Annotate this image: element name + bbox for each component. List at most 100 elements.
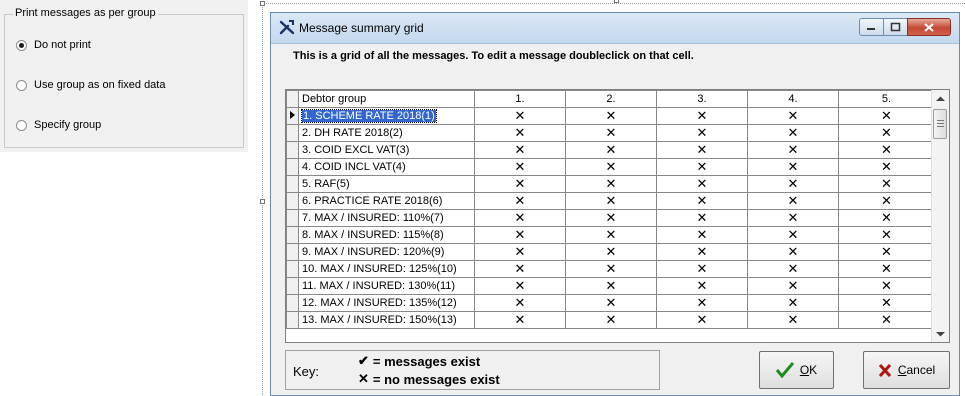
message-cell[interactable]: ✕ (474, 277, 566, 295)
row-indicator[interactable] (286, 226, 299, 244)
scroll-down-button[interactable] (932, 325, 949, 342)
message-cell[interactable]: ✕ (747, 226, 839, 244)
row-indicator[interactable] (286, 175, 299, 193)
message-cell[interactable]: ✕ (656, 175, 748, 193)
title-bar[interactable]: Message summary grid (271, 13, 959, 44)
row-indicator[interactable] (286, 124, 299, 142)
message-cell[interactable]: ✕ (656, 243, 748, 261)
debtor-group-cell[interactable]: 7. MAX / INSURED: 110%(7) (298, 209, 475, 227)
row-indicator[interactable] (286, 192, 299, 210)
radio-specify-group[interactable]: Specify group (16, 119, 101, 131)
message-cell[interactable]: ✕ (747, 209, 839, 227)
message-cell[interactable]: ✕ (747, 141, 839, 159)
message-cell[interactable]: ✕ (565, 260, 657, 278)
debtor-group-cell[interactable]: 10. MAX / INSURED: 125%(10) (298, 260, 475, 278)
message-cell[interactable]: ✕ (838, 260, 935, 278)
message-cell[interactable]: ✕ (565, 158, 657, 176)
debtor-group-cell[interactable]: 11. MAX / INSURED: 130%(11) (298, 277, 475, 295)
message-cell[interactable]: ✕ (565, 209, 657, 227)
row-indicator[interactable] (286, 107, 299, 125)
message-cell[interactable]: ✕ (747, 277, 839, 295)
scroll-up-button[interactable] (932, 90, 949, 107)
message-cell[interactable]: ✕ (838, 175, 935, 193)
message-grid[interactable]: Debtor group 1. 2. 3. 4. 5. 1. SCHEME RA… (285, 89, 950, 343)
debtor-group-cell[interactable]: 6. PRACTICE RATE 2018(6) (298, 192, 475, 210)
row-indicator[interactable] (286, 277, 299, 295)
row-indicator[interactable] (286, 141, 299, 159)
message-cell[interactable]: ✕ (747, 243, 839, 261)
debtor-group-cell[interactable]: 9. MAX / INSURED: 120%(9) (298, 243, 475, 261)
cancel-button[interactable]: Cancel (863, 351, 950, 389)
message-cell[interactable]: ✕ (565, 226, 657, 244)
resize-handle[interactable] (260, 1, 265, 6)
message-cell[interactable]: ✕ (838, 277, 935, 295)
vertical-scrollbar[interactable] (931, 90, 949, 342)
message-cell[interactable]: ✕ (656, 209, 748, 227)
row-indicator[interactable] (286, 294, 299, 312)
message-cell[interactable]: ✕ (565, 124, 657, 142)
message-cell[interactable]: ✕ (838, 107, 935, 125)
message-cell[interactable]: ✕ (838, 141, 935, 159)
column-header-1[interactable]: 1. (474, 90, 566, 108)
scroll-thumb[interactable] (933, 109, 947, 139)
message-cell[interactable]: ✕ (656, 311, 748, 329)
message-cell[interactable]: ✕ (474, 209, 566, 227)
message-cell[interactable]: ✕ (565, 243, 657, 261)
message-cell[interactable]: ✕ (565, 277, 657, 295)
message-cell[interactable]: ✕ (838, 192, 935, 210)
debtor-group-cell[interactable]: 3. COID EXCL VAT(3) (298, 141, 475, 159)
radio-button[interactable] (16, 39, 27, 51)
message-cell[interactable]: ✕ (747, 260, 839, 278)
radio-use-group-fixed-data[interactable]: Use group as on fixed data (16, 79, 165, 91)
message-cell[interactable]: ✕ (565, 311, 657, 329)
column-header-3[interactable]: 3. (656, 90, 748, 108)
message-cell[interactable]: ✕ (656, 277, 748, 295)
message-cell[interactable]: ✕ (656, 260, 748, 278)
debtor-group-cell[interactable]: 2. DH RATE 2018(2) (298, 124, 475, 142)
message-cell[interactable]: ✕ (838, 243, 935, 261)
message-cell[interactable]: ✕ (565, 192, 657, 210)
message-cell[interactable]: ✕ (474, 141, 566, 159)
message-cell[interactable]: ✕ (656, 141, 748, 159)
debtor-group-cell[interactable]: 12. MAX / INSURED: 135%(12) (298, 294, 475, 312)
column-header-4[interactable]: 4. (747, 90, 839, 108)
message-cell[interactable]: ✕ (838, 209, 935, 227)
message-cell[interactable]: ✕ (747, 124, 839, 142)
row-indicator[interactable] (286, 243, 299, 261)
close-button[interactable] (907, 18, 951, 36)
message-cell[interactable]: ✕ (474, 124, 566, 142)
message-cell[interactable]: ✕ (474, 192, 566, 210)
radio-button[interactable] (16, 79, 27, 91)
message-cell[interactable]: ✕ (474, 158, 566, 176)
resize-handle[interactable] (614, 0, 619, 3)
minimize-button[interactable] (859, 18, 884, 36)
row-indicator[interactable] (286, 209, 299, 227)
message-cell[interactable]: ✕ (474, 175, 566, 193)
message-cell[interactable]: ✕ (838, 124, 935, 142)
message-cell[interactable]: ✕ (474, 107, 566, 125)
message-cell[interactable]: ✕ (656, 226, 748, 244)
message-cell[interactable]: ✕ (747, 107, 839, 125)
column-header-debtor-group[interactable]: Debtor group (298, 90, 475, 108)
radio-do-not-print[interactable]: Do not print (16, 39, 91, 51)
row-indicator[interactable] (286, 158, 299, 176)
message-cell[interactable]: ✕ (474, 311, 566, 329)
message-cell[interactable]: ✕ (747, 311, 839, 329)
message-cell[interactable]: ✕ (565, 107, 657, 125)
debtor-group-cell[interactable]: 4. COID INCL VAT(4) (298, 158, 475, 176)
message-cell[interactable]: ✕ (656, 107, 748, 125)
debtor-group-cell[interactable]: 13. MAX / INSURED: 150%(13) (298, 311, 475, 329)
column-header-5[interactable]: 5. (838, 90, 935, 108)
message-cell[interactable]: ✕ (747, 175, 839, 193)
message-cell[interactable]: ✕ (474, 226, 566, 244)
debtor-group-cell[interactable]: 1. SCHEME RATE 2018(1) (298, 107, 475, 125)
resize-handle[interactable] (260, 199, 265, 204)
message-cell[interactable]: ✕ (747, 294, 839, 312)
ok-button[interactable]: OK (759, 351, 834, 389)
row-indicator[interactable] (286, 260, 299, 278)
message-cell[interactable]: ✕ (656, 192, 748, 210)
message-cell[interactable]: ✕ (565, 294, 657, 312)
message-cell[interactable]: ✕ (474, 294, 566, 312)
maximize-button[interactable] (883, 18, 908, 36)
message-cell[interactable]: ✕ (838, 311, 935, 329)
